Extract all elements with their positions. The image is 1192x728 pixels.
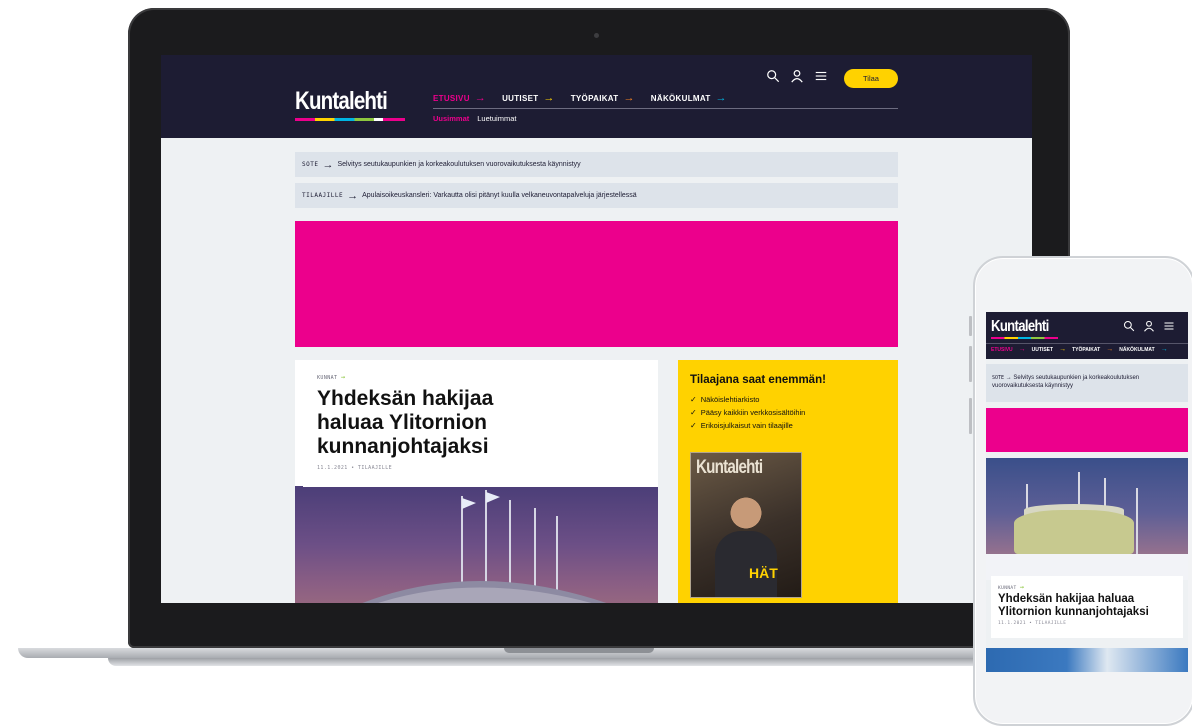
benefit-item: ✓ Pääsy kaikkiin verkkosisältöihin <box>690 408 886 417</box>
kicker-label: KUNNAT <box>998 586 1017 591</box>
benefit-text: Erikoisjulkaisut vain tilaajille <box>700 421 793 430</box>
arrow-right-icon: → <box>347 189 359 202</box>
arrow-right-icon: → <box>340 373 346 381</box>
ad-banner[interactable] <box>986 408 1188 452</box>
sub-nav-luetuimmat[interactable]: Luetuimmat <box>477 114 516 123</box>
article-meta: 11.1.2021 • TILAAJILLE <box>998 621 1067 626</box>
arrow-right-icon: → <box>1106 346 1114 353</box>
benefit-text: Näköislehtiarkisto <box>700 395 760 404</box>
ticker-text: Selvitys seutukaupunkien ja korkeakoulut… <box>337 161 581 168</box>
user-icon[interactable] <box>790 69 804 83</box>
article-image[interactable] <box>986 458 1188 580</box>
building <box>1014 510 1134 554</box>
header-icons <box>766 69 828 83</box>
arrow-right-icon: → <box>543 92 555 104</box>
mobile-header: Kuntalehti ETUSIVU → UUTISET → TYÖPAIKAT… <box>986 312 1188 359</box>
ticker-tag: SOTE <box>302 161 319 168</box>
site-logo[interactable]: Kuntalehti <box>295 87 388 116</box>
nav-item-uutiset[interactable]: UUTISET <box>1032 347 1053 353</box>
nav-item-nakokulmat[interactable]: NÄKÖKULMAT → <box>651 92 727 104</box>
nav-label: NÄKÖKULMAT <box>650 93 711 103</box>
arrow-right-icon: → <box>1018 346 1026 353</box>
arrow-right-icon: → <box>1019 583 1025 591</box>
article-image[interactable] <box>295 486 658 603</box>
kicker-label: KUNNAT <box>317 375 338 381</box>
nav-divider <box>986 343 1188 344</box>
arrow-right-icon: → <box>715 92 727 104</box>
check-icon: ✓ <box>690 408 697 417</box>
ticker-tag: TILAAJILLE <box>302 192 344 199</box>
article-card[interactable]: KUNNAT → Yhdeksän hakijaa haluaa Ylitorn… <box>303 360 658 487</box>
search-icon[interactable] <box>766 69 780 83</box>
magazine-tag: HÄT <box>749 565 778 581</box>
nav-item-tyopaikat[interactable]: TYÖPAIKAT → <box>571 92 635 104</box>
nav-item-etusivu[interactable]: ETUSIVU → <box>433 92 486 104</box>
benefit-item: ✓ Erikoisjulkaisut vain tilaajille <box>690 421 886 430</box>
cover-person-head <box>729 495 763 535</box>
phone-side-button <box>969 316 972 336</box>
article-meta: 11.1.2021 • TILAAJILLE <box>317 465 393 471</box>
arrow-right-icon: → <box>1005 375 1012 381</box>
laptop-base <box>18 640 1138 674</box>
nav-item-etusivu[interactable]: ETUSIVU <box>991 347 1013 353</box>
next-article-image[interactable] <box>986 648 1188 672</box>
mobile-nav: ETUSIVU → UUTISET → TYÖPAIKAT → NÄKÖKULM… <box>991 346 1168 353</box>
news-ticker[interactable]: TILAAJILLE → Apulaisoikeuskansleri: Vark… <box>295 183 898 208</box>
phone-side-button <box>969 346 972 382</box>
menu-icon[interactable] <box>1163 320 1175 332</box>
laptop-screen: Kuntalehti ETUSIVU → UUTISET → TYÖPAIKAT… <box>161 55 1032 603</box>
arrow-right-icon: → <box>1160 346 1168 353</box>
magazine-logo: Kuntalehti <box>696 457 763 478</box>
benefit-list: ✓ Näköislehtiarkisto ✓ Pääsy kaikkiin verk… <box>690 395 886 430</box>
ticker-text: Apulaisoikeuskansleri: Varkautta olisi p… <box>362 192 637 199</box>
sub-nav: Uusimmat Luetuimmat <box>433 114 516 123</box>
main-nav: ETUSIVU → UUTISET → TYÖPAIKAT → NÄKÖKULM… <box>433 92 727 104</box>
nav-item-tyopaikat[interactable]: TYÖPAIKAT <box>1072 347 1100 353</box>
site-header: Kuntalehti ETUSIVU → UUTISET → TYÖPAIKAT… <box>161 55 1032 138</box>
news-ticker[interactable]: SOTE → Selvitys seutukaupunkien ja korke… <box>295 152 898 177</box>
benefit-item: ✓ Näköislehtiarkisto <box>690 395 886 404</box>
subscriber-promo[interactable]: Tilaajana saat enemmän! ✓ Näköislehtiarki… <box>678 360 898 603</box>
phone-side-button <box>969 398 972 434</box>
logo-color-bar <box>991 337 1058 339</box>
logo-color-bar <box>295 118 405 121</box>
arrow-right-icon: → <box>322 158 334 171</box>
article-headline[interactable]: Yhdeksän hakijaa haluaa Ylitornion kunna… <box>317 387 547 459</box>
phone-screen: Kuntalehti ETUSIVU → UUTISET → TYÖPAIKAT… <box>986 312 1188 672</box>
ticker-text: Selvitys seutukaupunkien ja korkeakoulut… <box>992 375 1140 389</box>
ad-banner[interactable] <box>295 221 898 347</box>
arrow-right-icon: → <box>623 92 635 104</box>
menu-icon[interactable] <box>814 69 828 83</box>
camera-icon <box>594 33 599 38</box>
benefit-text: Pääsy kaikkiin verkkosisältöihin <box>700 408 806 417</box>
nav-divider <box>433 108 898 109</box>
nav-label: TYÖPAIKAT <box>570 93 619 103</box>
magazine-cover[interactable]: Kuntalehti HÄT <box>690 452 802 598</box>
news-ticker[interactable]: SOTE → Selvitys seutukaupunkien ja korke… <box>986 364 1188 402</box>
ticker-tag: SOTE <box>992 375 1005 381</box>
check-icon: ✓ <box>690 421 697 430</box>
article-card[interactable]: KUNNAT → Yhdeksän hakijaa haluaa Ylitorn… <box>991 576 1183 638</box>
featured-article[interactable]: KUNNAT → Yhdeksän hakijaa haluaa Ylitorn… <box>295 360 658 603</box>
arrow-right-icon: → <box>474 92 487 104</box>
promo-title: Tilaajana saat enemmän! <box>690 374 826 386</box>
user-icon[interactable] <box>1143 320 1155 332</box>
check-icon: ✓ <box>690 395 697 404</box>
header-icons <box>1123 320 1175 332</box>
nav-item-uutiset[interactable]: UUTISET → <box>502 92 555 104</box>
site-logo[interactable]: Kuntalehti <box>991 318 1049 336</box>
search-icon[interactable] <box>1123 320 1135 332</box>
article-headline[interactable]: Yhdeksän hakijaa haluaa Ylitornion kunna… <box>998 593 1176 619</box>
nav-item-nakokulmat[interactable]: NÄKÖKULMAT <box>1119 347 1154 353</box>
nav-label: UUTISET <box>502 93 539 103</box>
article-kicker[interactable]: KUNNAT → <box>998 583 1176 591</box>
arrow-right-icon: → <box>1059 346 1067 353</box>
article-kicker[interactable]: KUNNAT → <box>317 373 644 381</box>
nav-label: ETUSIVU <box>433 93 470 103</box>
sub-nav-uusimmat[interactable]: Uusimmat <box>433 114 469 123</box>
building-photo <box>362 490 607 603</box>
device-mockup: Kuntalehti ETUSIVU → UUTISET → TYÖPAIKAT… <box>0 0 1192 728</box>
subscribe-button[interactable]: Tilaa <box>844 69 898 88</box>
